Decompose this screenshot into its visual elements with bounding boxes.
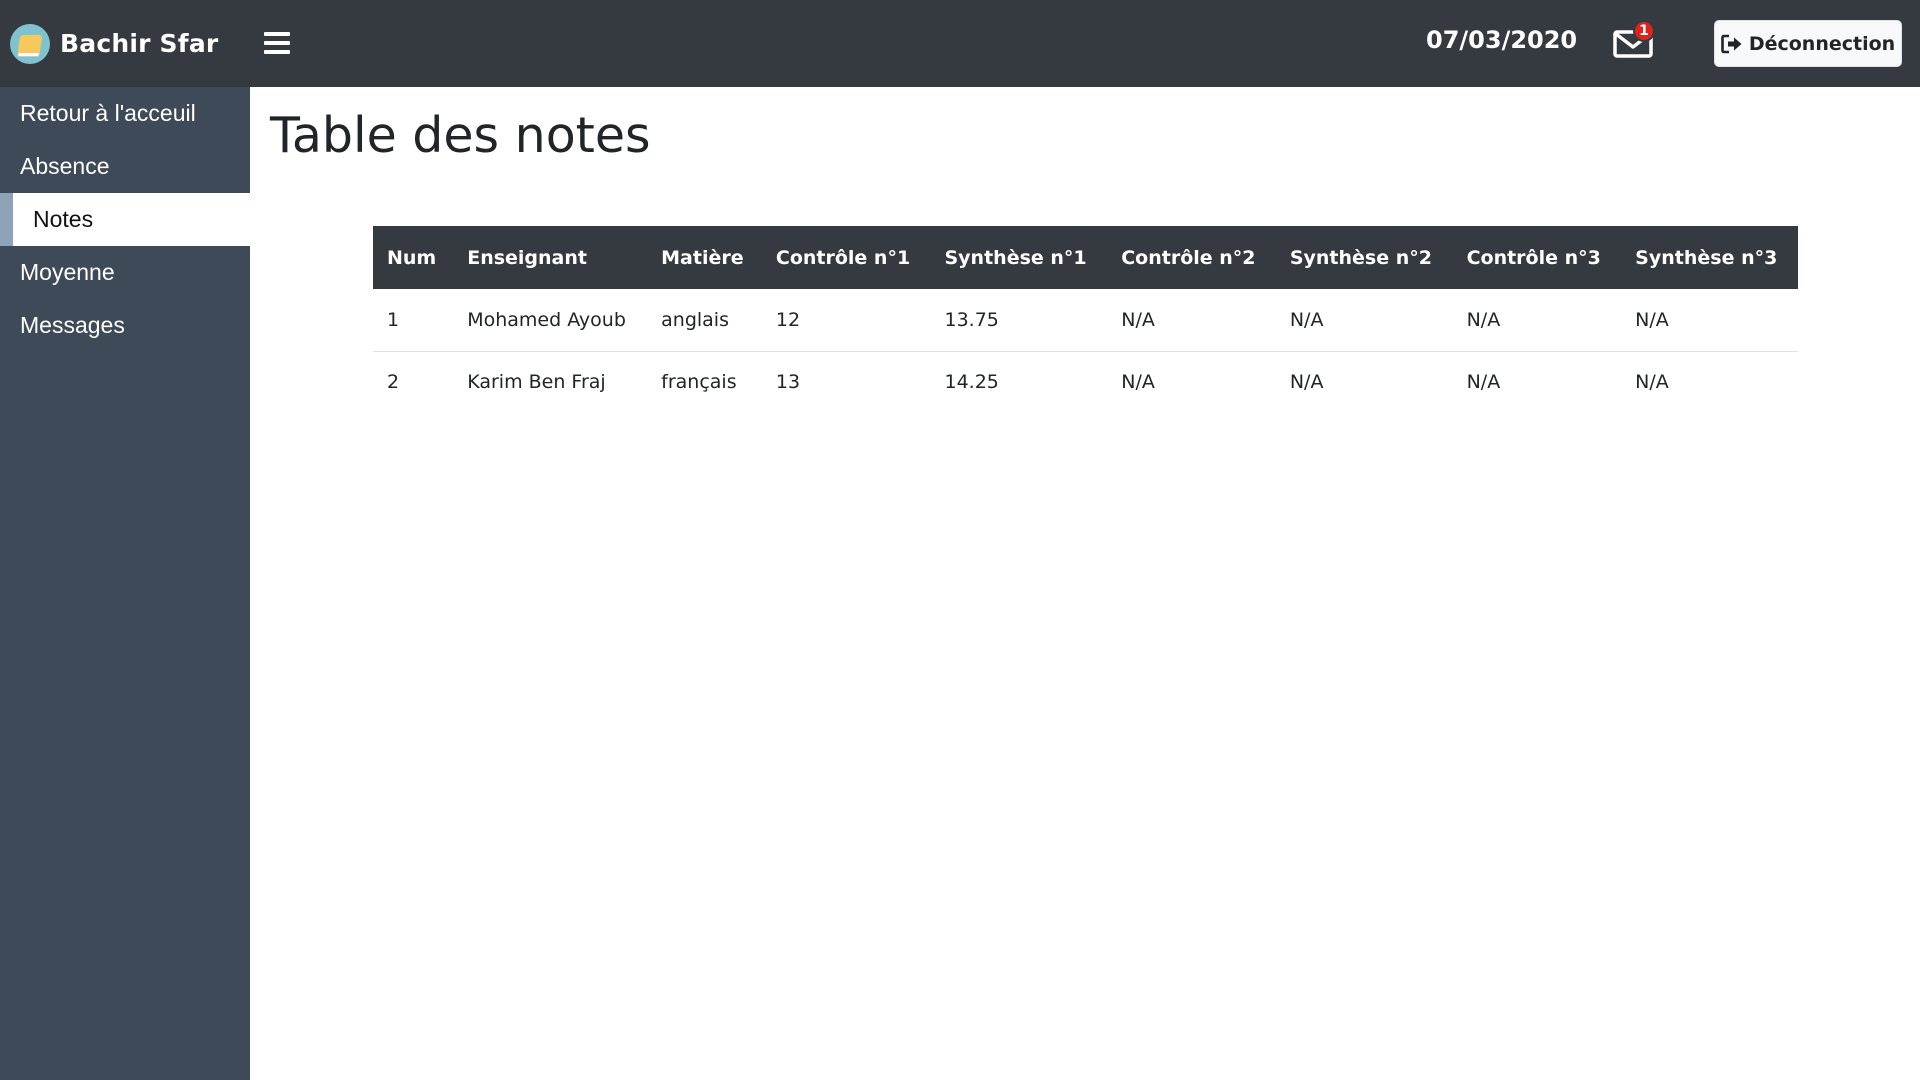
column-header: Contrôle n°3 bbox=[1452, 226, 1622, 289]
messages-button[interactable]: 1 bbox=[1613, 20, 1655, 60]
sidebar-item-moyenne[interactable]: Moyenne bbox=[0, 246, 250, 299]
table-cell: français bbox=[661, 371, 737, 394]
table-cell: N/A bbox=[1121, 371, 1155, 394]
book-logo-icon bbox=[10, 23, 50, 64]
page-title: Table des notes bbox=[270, 107, 651, 164]
table-cell: N/A bbox=[1466, 371, 1501, 394]
table-header-row: Num Enseignant Matière Contrôle n°1 Synt… bbox=[373, 226, 1798, 289]
sidebar: Retour à l'acceuil Absence Notes Moyenne… bbox=[0, 87, 250, 1080]
table-row: 1 Mohamed Ayoub anglais 12 13.75 N/A N/A… bbox=[373, 289, 1798, 352]
table-row: 2 Karim Ben Fraj français 13 14.25 N/A N… bbox=[373, 351, 1798, 413]
column-header: Synthèse n°1 bbox=[930, 226, 1108, 289]
top-navbar: Bachir Sfar 07/03/2020 1 Déconnection bbox=[0, 0, 1920, 87]
table-cell: 1 bbox=[373, 289, 454, 352]
logout-label: Déconnection bbox=[1748, 32, 1896, 55]
column-header: Num bbox=[373, 226, 454, 289]
sidebar-item-absence[interactable]: Absence bbox=[0, 140, 250, 193]
sidebar-item-label: Notes bbox=[33, 206, 94, 232]
column-header: Contrôle n°1 bbox=[761, 226, 931, 289]
table-cell: anglais bbox=[647, 289, 762, 352]
column-header: Synthèse n°2 bbox=[1275, 226, 1453, 289]
table-cell: Mohamed Ayoub bbox=[453, 289, 648, 352]
table-cell: 2 bbox=[387, 371, 400, 394]
column-header: Synthèse n°3 bbox=[1621, 226, 1798, 289]
table-cell: N/A bbox=[1275, 289, 1453, 352]
sidebar-item-label: Retour à l'acceuil bbox=[20, 100, 196, 126]
table-cell: N/A bbox=[1621, 289, 1798, 352]
table-cell: 14.25 bbox=[944, 371, 999, 394]
sidebar-item-notes[interactable]: Notes bbox=[0, 193, 250, 246]
table-cell: 13.75 bbox=[930, 289, 1108, 352]
table-cell: N/A bbox=[1452, 289, 1622, 352]
sidebar-item-label: Messages bbox=[20, 312, 125, 338]
main-content: Table des notes Num Enseignant Matière C… bbox=[250, 87, 1920, 1080]
table-cell: 12 bbox=[761, 289, 931, 352]
column-header: Matière bbox=[647, 226, 762, 289]
unread-badge: 1 bbox=[1633, 20, 1655, 42]
current-date: 07/03/2020 bbox=[1426, 26, 1578, 54]
brand[interactable]: Bachir Sfar bbox=[10, 23, 219, 64]
column-header: Contrôle n°2 bbox=[1107, 226, 1276, 289]
table-cell: N/A bbox=[1289, 371, 1324, 394]
sidebar-item-home[interactable]: Retour à l'acceuil bbox=[0, 87, 250, 140]
logout-button[interactable]: Déconnection bbox=[1714, 20, 1902, 67]
table-cell: N/A bbox=[1107, 289, 1276, 352]
table-cell: Karim Ben Fraj bbox=[467, 371, 606, 394]
sidebar-item-label: Absence bbox=[20, 153, 110, 179]
grades-table: Num Enseignant Matière Contrôle n°1 Synt… bbox=[373, 226, 1798, 413]
sign-out-icon bbox=[1721, 34, 1743, 54]
brand-name: Bachir Sfar bbox=[60, 29, 219, 58]
table-cell: 13 bbox=[775, 371, 801, 394]
sidebar-item-label: Moyenne bbox=[20, 259, 115, 285]
table-cell: N/A bbox=[1635, 371, 1669, 394]
column-header: Enseignant bbox=[453, 226, 648, 289]
sidebar-item-messages[interactable]: Messages bbox=[0, 299, 250, 352]
hamburger-menu-icon[interactable] bbox=[264, 32, 290, 54]
